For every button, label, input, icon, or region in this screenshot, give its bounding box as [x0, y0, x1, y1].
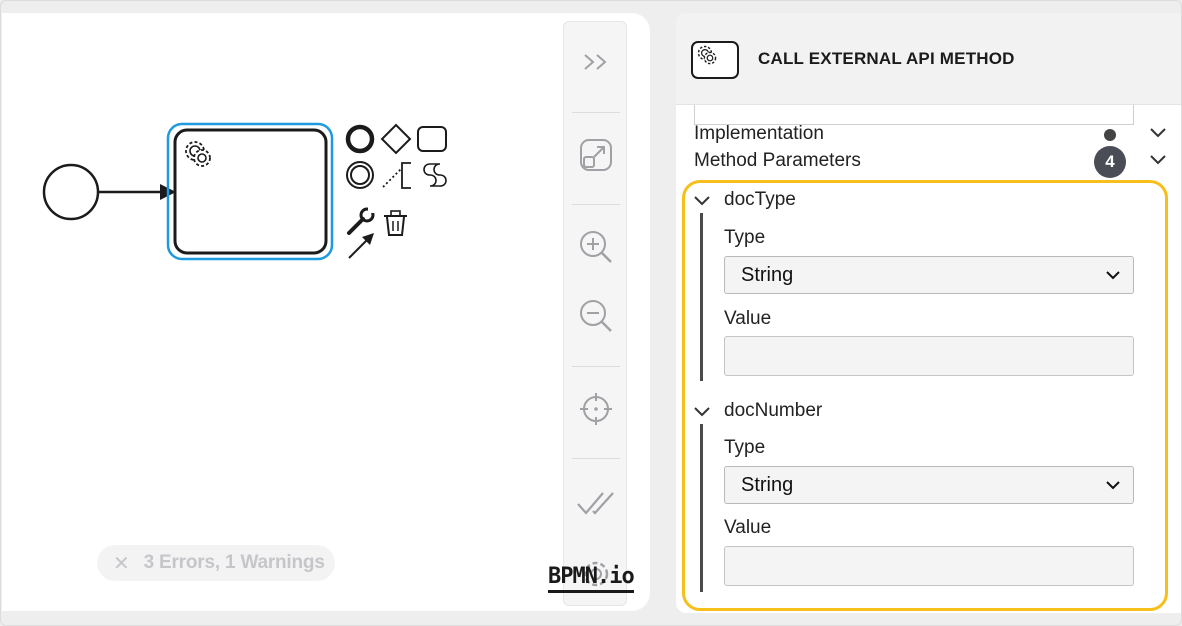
- data-indicator-dot: [1104, 129, 1116, 141]
- double-check-icon: [577, 492, 614, 515]
- type-select[interactable]: String: [724, 256, 1134, 294]
- gateway-icon[interactable]: [380, 123, 412, 155]
- fit-view-icon: [580, 139, 612, 171]
- validation-status[interactable]: ✕ 3 Errors, 1 Warnings: [97, 545, 335, 581]
- parameter-name[interactable]: docNumber: [724, 400, 822, 422]
- value-label: Value: [724, 308, 772, 329]
- wrench-icon[interactable]: [347, 207, 375, 235]
- panel-header: CALL EXTERNAL API METHOD: [676, 13, 1181, 105]
- chevron-down-icon: [1150, 155, 1166, 165]
- task-icon[interactable]: [417, 126, 447, 152]
- zoom-in-button[interactable]: [564, 217, 628, 277]
- type-select[interactable]: String: [724, 466, 1134, 504]
- chevron-down-icon: [1150, 128, 1166, 138]
- parameter-indent-line: [700, 213, 703, 381]
- type-select-value: String: [741, 473, 794, 496]
- app-frame: ✕ 3 Errors, 1 Warnings BPMN.io CALL EXTE…: [0, 0, 1182, 626]
- zoom-out-icon: [580, 300, 612, 332]
- chevron-down-icon: [1106, 271, 1120, 280]
- toggle-panel-button[interactable]: [564, 32, 628, 92]
- connect-arrow-icon[interactable]: [348, 233, 374, 259]
- validate-button[interactable]: [564, 474, 628, 534]
- chevron-down-icon[interactable]: [693, 405, 711, 419]
- script-icon[interactable]: [423, 163, 447, 187]
- count-badge: 4: [1094, 146, 1126, 178]
- validation-status-text: 3 Errors, 1 Warnings: [143, 552, 325, 573]
- value-input[interactable]: [724, 336, 1134, 376]
- type-label: Type: [724, 227, 766, 248]
- truncated-input[interactable]: [694, 105, 1134, 125]
- trash-icon[interactable]: [384, 210, 407, 236]
- panel-title: CALL EXTERNAL API METHOD: [758, 49, 1015, 68]
- type-label: Type: [724, 437, 766, 458]
- type-select-value: String: [741, 263, 794, 286]
- fit-viewport-button[interactable]: [564, 125, 628, 185]
- service-task[interactable]: [173, 128, 328, 255]
- crosshair-icon: [580, 393, 612, 425]
- canvas-toolbar: [563, 21, 627, 606]
- start-event[interactable]: [42, 163, 100, 221]
- double-chevron-right-icon: [584, 54, 607, 70]
- bpmn-io-logo[interactable]: BPMN.io: [548, 564, 635, 593]
- parameter-name[interactable]: docType: [724, 189, 796, 211]
- group-label: Method Parameters: [694, 150, 861, 171]
- zoom-in-icon: [580, 231, 612, 263]
- context-pad: [345, 123, 447, 259]
- modeling-canvas[interactable]: [2, 13, 650, 611]
- value-label: Value: [724, 517, 772, 538]
- zoom-out-button[interactable]: [564, 286, 628, 346]
- group-implementation[interactable]: Implementation: [694, 123, 1166, 149]
- intermediate-event-icon[interactable]: [346, 161, 374, 189]
- gear-icon: [697, 45, 717, 65]
- service-task-icon: [691, 41, 739, 79]
- text-annotation-icon[interactable]: [382, 162, 411, 189]
- chevron-down-icon: [1106, 481, 1120, 490]
- chevron-down-icon[interactable]: [693, 194, 711, 208]
- value-input[interactable]: [724, 546, 1134, 586]
- parameter-indent-line: [700, 424, 703, 592]
- group-label: Implementation: [694, 123, 824, 144]
- center-view-button[interactable]: [564, 379, 628, 439]
- group-method-parameters[interactable]: Method Parameters 4: [694, 146, 1166, 178]
- diagram-svg: [42, 122, 447, 261]
- error-x-icon: ✕: [113, 552, 130, 575]
- end-event-icon[interactable]: [345, 124, 375, 154]
